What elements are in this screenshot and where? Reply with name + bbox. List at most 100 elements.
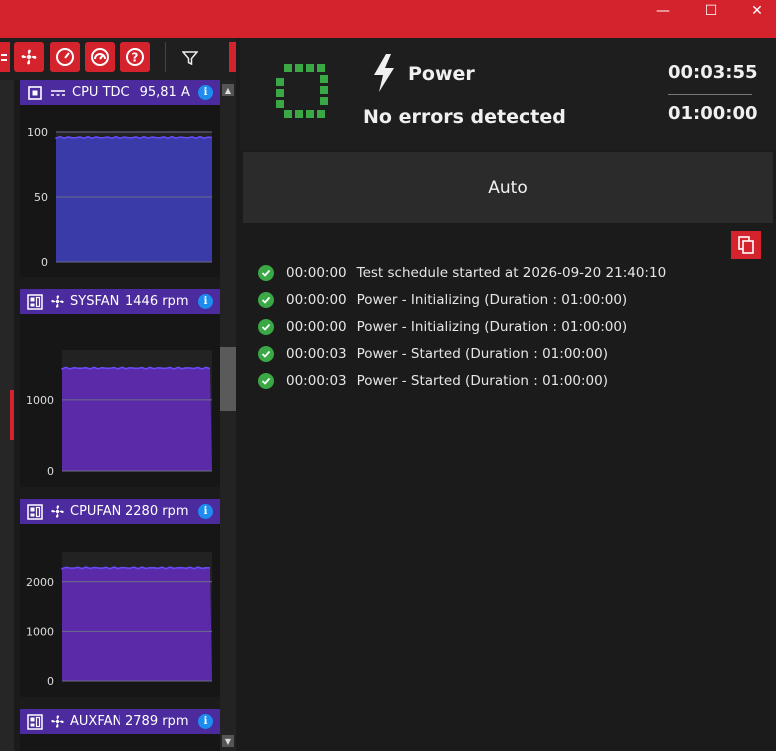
lightning-icon (374, 54, 394, 92)
maximize-button[interactable]: ☐ (688, 0, 734, 22)
info-icon[interactable]: i (198, 714, 213, 729)
minimize-button[interactable]: — (640, 0, 686, 22)
chart-tick-label: 1000 (26, 394, 54, 407)
log-entry: 00:00:03 Power - Started (Duration : 01:… (258, 372, 608, 390)
cpu-icon (24, 80, 46, 105)
close-button[interactable]: ✕ (734, 0, 776, 22)
fan-icon (48, 499, 66, 524)
log-time: 00:00:03 (286, 346, 347, 362)
sensor-chart: 100 50 0 (27, 126, 213, 269)
chart-tick-label: 0 (47, 465, 54, 478)
sensor-scrollbar[interactable]: ▲ ▼ (220, 80, 236, 751)
sensor-label: AUXFAN (70, 714, 120, 729)
maximize-icon: ☐ (704, 3, 718, 19)
sensor-toolbar: ? (0, 38, 236, 80)
check-icon (258, 265, 274, 281)
info-icon[interactable]: i (198, 294, 213, 309)
sensor-value: 95,81 A (139, 85, 190, 100)
mode-button[interactable]: Auto (243, 152, 773, 223)
test-name: Power (408, 63, 475, 85)
chart-area (62, 367, 212, 471)
left-edge-strip (0, 80, 14, 751)
time-divider (668, 94, 752, 95)
log-time: 00:00:00 (286, 265, 347, 281)
log-entry: 00:00:00 Test schedule started at 2026-0… (258, 264, 666, 282)
log-entry: 00:00:00 Power - Initializing (Duration … (258, 318, 627, 336)
filter-icon (182, 51, 198, 66)
log-time: 00:00:03 (286, 373, 347, 389)
test-status-area: Power No errors detected 00:03:55 01:00:… (240, 38, 776, 751)
toolbar-overflow-button[interactable] (229, 42, 236, 72)
list-button[interactable] (0, 42, 10, 72)
sensor-chart: 1000 0 (26, 350, 212, 478)
filter-button[interactable] (176, 46, 204, 70)
sensor-label: SYSFAN (70, 294, 120, 309)
sensor-panel-sysfan: SYSFAN 1446 rpm i 1000 0 (20, 289, 220, 487)
fan-icon (48, 289, 66, 314)
scroll-down-icon[interactable]: ▼ (222, 735, 234, 747)
sensor-panel-cpufan: CPUFAN 2280 rpm i 2000 1000 0 (20, 499, 220, 697)
log-text: Test schedule started at 2026-09-20 21:4… (356, 265, 667, 281)
copy-icon (738, 236, 754, 254)
chart-tick-label: 2000 (26, 576, 54, 589)
chart-tick-label: 50 (34, 191, 48, 204)
chart-area (62, 567, 212, 681)
chart-tick-label: 0 (47, 675, 54, 688)
sensor-panel-cpu-tdc: CPU TDC 95,81 A i 100 50 0 (20, 80, 220, 277)
dc-current-icon (48, 80, 68, 105)
chart-tick-label: 0 (41, 256, 48, 269)
sensor-header[interactable]: AUXFAN 2789 rpm i (20, 709, 220, 734)
log-text: Power - Initializing (Duration : 01:00:0… (356, 292, 628, 308)
scroll-up-icon[interactable]: ▲ (222, 84, 234, 96)
minimize-icon: — (656, 3, 670, 19)
sensor-label: CPUFAN (70, 504, 120, 519)
log-time: 00:00:00 (286, 319, 347, 335)
motherboard-icon (24, 709, 46, 734)
mode-label: Auto (488, 177, 528, 198)
close-icon: ✕ (751, 3, 763, 19)
log-entry: 00:00:03 Power - Started (Duration : 01:… (258, 345, 608, 363)
log-time: 00:00:00 (286, 292, 347, 308)
chart-area (56, 136, 212, 262)
left-edge-indicator (10, 390, 14, 440)
sensor-header[interactable]: CPUFAN 2280 rpm i (20, 499, 220, 524)
help-button[interactable]: ? (120, 42, 150, 72)
speedometer-icon (91, 48, 109, 66)
status-indicator-icon (276, 64, 328, 118)
log-text: Power - Started (Duration : 01:00:00) (356, 346, 608, 362)
chart-tick-label: 1000 (26, 625, 54, 638)
list-icon (1, 54, 7, 61)
sensor-value: 2280 rpm (125, 504, 189, 519)
info-icon[interactable]: i (198, 85, 213, 100)
speedometer-button[interactable] (85, 42, 115, 72)
svg-text:?: ? (132, 51, 139, 65)
fan-icon (21, 49, 37, 65)
sensor-chart: 2000 1000 0 (26, 552, 212, 688)
check-icon (258, 373, 274, 389)
sensor-label: CPU TDC (72, 85, 130, 100)
info-icon[interactable]: i (198, 504, 213, 519)
sensor-panel-auxfan: AUXFAN 2789 rpm i (20, 709, 220, 751)
fan-icon (48, 709, 66, 734)
copy-log-button[interactable] (731, 231, 761, 259)
gauge-icon (56, 48, 74, 66)
chart-line (61, 566, 210, 570)
sensor-value: 1446 rpm (125, 294, 189, 309)
log-entry: 00:00:00 Power - Initializing (Duration … (258, 291, 627, 309)
motherboard-icon (24, 499, 46, 524)
gauge-button[interactable] (50, 42, 80, 72)
title-bar: — ☐ ✕ (0, 0, 776, 38)
chart-tick-label: 100 (27, 126, 48, 139)
log-text: Power - Initializing (Duration : 01:00:0… (356, 319, 628, 335)
motherboard-icon (24, 289, 46, 314)
sensor-header[interactable]: CPU TDC 95,81 A i (20, 80, 220, 105)
check-icon (258, 346, 274, 362)
fan-button[interactable] (14, 42, 44, 72)
check-icon (258, 319, 274, 335)
toolbar-divider (165, 42, 166, 72)
elapsed-time: 00:03:55 (668, 62, 758, 83)
status-message: No errors detected (363, 106, 566, 128)
check-icon (258, 292, 274, 308)
sensor-header[interactable]: SYSFAN 1446 rpm i (20, 289, 220, 314)
scroll-thumb[interactable] (220, 347, 236, 411)
